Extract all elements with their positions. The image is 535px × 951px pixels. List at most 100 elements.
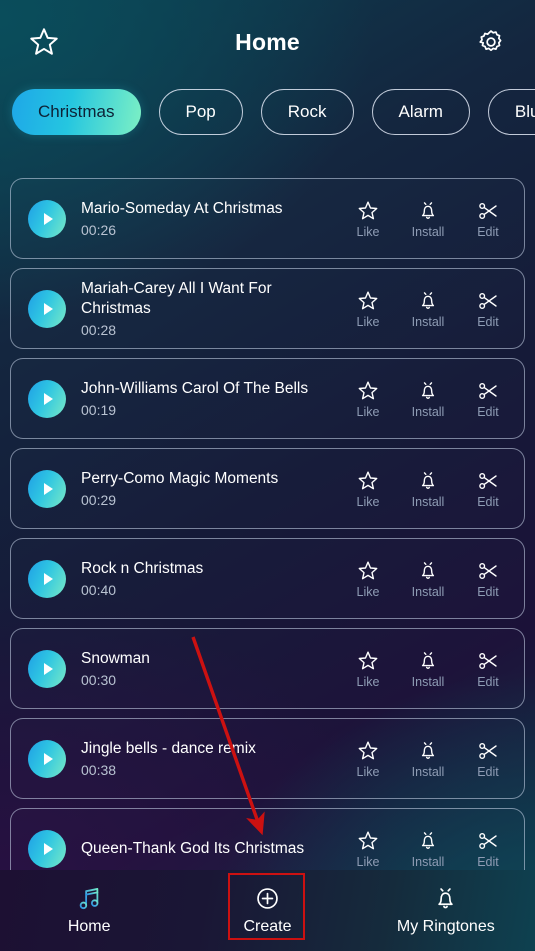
nav-label: Home xyxy=(67,918,111,935)
play-button[interactable] xyxy=(28,649,66,688)
edit-button[interactable]: Edit xyxy=(470,829,506,869)
ringtone-row[interactable]: Snowman 00:30 Like Install Edit xyxy=(10,628,525,709)
install-button[interactable]: Install xyxy=(410,829,446,869)
install-button[interactable]: Install xyxy=(410,379,446,419)
ringtone-meta: Jingle bells - dance remix 00:38 xyxy=(81,739,350,778)
scissors-icon xyxy=(479,472,497,489)
ringtone-actions: Like Install Edit xyxy=(350,379,506,419)
nav-item-my-ringtones[interactable]: My Ringtones xyxy=(357,870,535,951)
like-button[interactable]: Like xyxy=(350,199,386,239)
play-button[interactable] xyxy=(28,289,66,328)
star-outline-icon xyxy=(30,28,58,55)
settings-button[interactable] xyxy=(469,20,513,64)
ringtone-row[interactable]: Mariah-Carey All I Want For Christmas 00:… xyxy=(10,268,525,349)
play-icon xyxy=(44,662,53,675)
ringtone-row[interactable]: Jingle bells - dance remix 00:38 Like Insta… xyxy=(10,718,525,799)
ringtone-actions: Like Install Edit xyxy=(350,289,506,329)
ringtone-actions: Like Install Edit xyxy=(350,199,506,239)
ringtone-actions: Like Install Edit xyxy=(350,649,506,689)
category-chip-rock[interactable]: Rock xyxy=(260,89,354,135)
ringtone-title: Mario-Someday At Christmas xyxy=(81,200,283,217)
nav-label: My Ringtones xyxy=(396,918,495,935)
like-label: Like xyxy=(356,584,380,599)
ringtone-row[interactable]: John-Williams Carol Of The Bells 00:19 Lik… xyxy=(10,358,525,439)
install-label: Install xyxy=(411,674,445,689)
ringtone-row[interactable]: Mario-Someday At Christmas 00:26 Like Insta… xyxy=(10,178,525,259)
nav-label: Create xyxy=(243,918,292,935)
install-button[interactable]: Install xyxy=(410,739,446,779)
play-button[interactable] xyxy=(28,199,66,238)
play-button[interactable] xyxy=(28,829,66,868)
like-label: Like xyxy=(356,764,380,779)
chip-label: Rock xyxy=(287,102,327,121)
install-label: Install xyxy=(411,404,445,419)
edit-button[interactable]: Edit xyxy=(470,289,506,329)
install-button[interactable]: Install xyxy=(410,649,446,689)
ringtone-actions: Like Install Edit xyxy=(350,829,506,869)
ringtone-duration: 00:40 xyxy=(81,582,117,598)
edit-button[interactable]: Edit xyxy=(470,739,506,779)
category-chip-row[interactable]: Christmas Pop Rock Alarm Blues & xyxy=(0,88,535,136)
install-label: Install xyxy=(411,854,445,869)
ringtone-actions: Like Install Edit xyxy=(350,739,506,779)
ringtone-list[interactable]: Mario-Someday At Christmas 00:26 Like Insta… xyxy=(0,178,535,870)
star-outline-icon xyxy=(358,381,378,399)
scissors-icon xyxy=(479,652,497,669)
ringtone-row[interactable]: Queen-Thank God Its Christmas Like Install… xyxy=(10,808,525,870)
edit-label: Edit xyxy=(477,404,499,419)
install-button[interactable]: Install xyxy=(410,199,446,239)
star-outline-icon xyxy=(358,651,378,669)
music-note-icon xyxy=(79,888,99,910)
ringtone-row[interactable]: Rock n Christmas 00:40 Like Install Edit xyxy=(10,538,525,619)
category-chip-alarm[interactable]: Alarm xyxy=(371,89,470,135)
scissors-icon xyxy=(479,562,497,579)
category-chip-pop[interactable]: Pop xyxy=(158,89,243,135)
chip-label: Alarm xyxy=(398,102,443,121)
like-button[interactable]: Like xyxy=(350,469,386,509)
play-button[interactable] xyxy=(28,559,66,598)
favorites-button[interactable] xyxy=(22,20,66,64)
play-button[interactable] xyxy=(28,739,66,778)
edit-button[interactable]: Edit xyxy=(470,649,506,689)
play-icon xyxy=(44,302,53,315)
like-label: Like xyxy=(356,854,380,869)
ringtone-meta: Rock n Christmas 00:40 xyxy=(81,559,350,598)
nav-item-create[interactable]: Create xyxy=(178,870,356,951)
category-chip-christmas[interactable]: Christmas xyxy=(12,89,141,135)
bell-icon xyxy=(421,831,435,849)
edit-label: Edit xyxy=(477,584,499,599)
install-label: Install xyxy=(411,584,445,599)
install-button[interactable]: Install xyxy=(410,559,446,599)
play-icon xyxy=(44,212,53,225)
like-button[interactable]: Like xyxy=(350,559,386,599)
play-icon xyxy=(44,752,53,765)
like-button[interactable]: Like xyxy=(350,379,386,419)
ringtone-title: Rock n Christmas xyxy=(81,560,204,577)
edit-button[interactable]: Edit xyxy=(470,199,506,239)
nav-item-home[interactable]: Home xyxy=(0,870,178,951)
play-button[interactable] xyxy=(28,469,66,508)
like-button[interactable]: Like xyxy=(350,829,386,869)
ringtone-meta: Snowman 00:30 xyxy=(81,649,350,688)
like-button[interactable]: Like xyxy=(350,739,386,779)
install-button[interactable]: Install xyxy=(410,469,446,509)
like-button[interactable]: Like xyxy=(350,289,386,329)
ringtone-meta: Perry-Como Magic Moments 00:29 xyxy=(81,469,350,508)
play-icon xyxy=(44,482,53,495)
play-button[interactable] xyxy=(28,379,66,418)
install-label: Install xyxy=(411,764,445,779)
gear-icon xyxy=(479,30,502,52)
like-button[interactable]: Like xyxy=(350,649,386,689)
edit-button[interactable]: Edit xyxy=(470,559,506,599)
ringtone-duration: 00:38 xyxy=(81,762,117,778)
edit-button[interactable]: Edit xyxy=(470,379,506,419)
category-chip-blues[interactable]: Blues & xyxy=(487,89,535,135)
install-button[interactable]: Install xyxy=(410,289,446,329)
edit-button[interactable]: Edit xyxy=(470,469,506,509)
chip-label: Christmas xyxy=(38,102,115,121)
app-header: Home xyxy=(0,0,535,84)
star-outline-icon xyxy=(358,831,378,849)
chip-label: Blues & xyxy=(514,102,535,121)
ringtone-row[interactable]: Perry-Como Magic Moments 00:29 Like Install… xyxy=(10,448,525,529)
ringtone-meta: John-Williams Carol Of The Bells 00:19 xyxy=(81,379,350,418)
